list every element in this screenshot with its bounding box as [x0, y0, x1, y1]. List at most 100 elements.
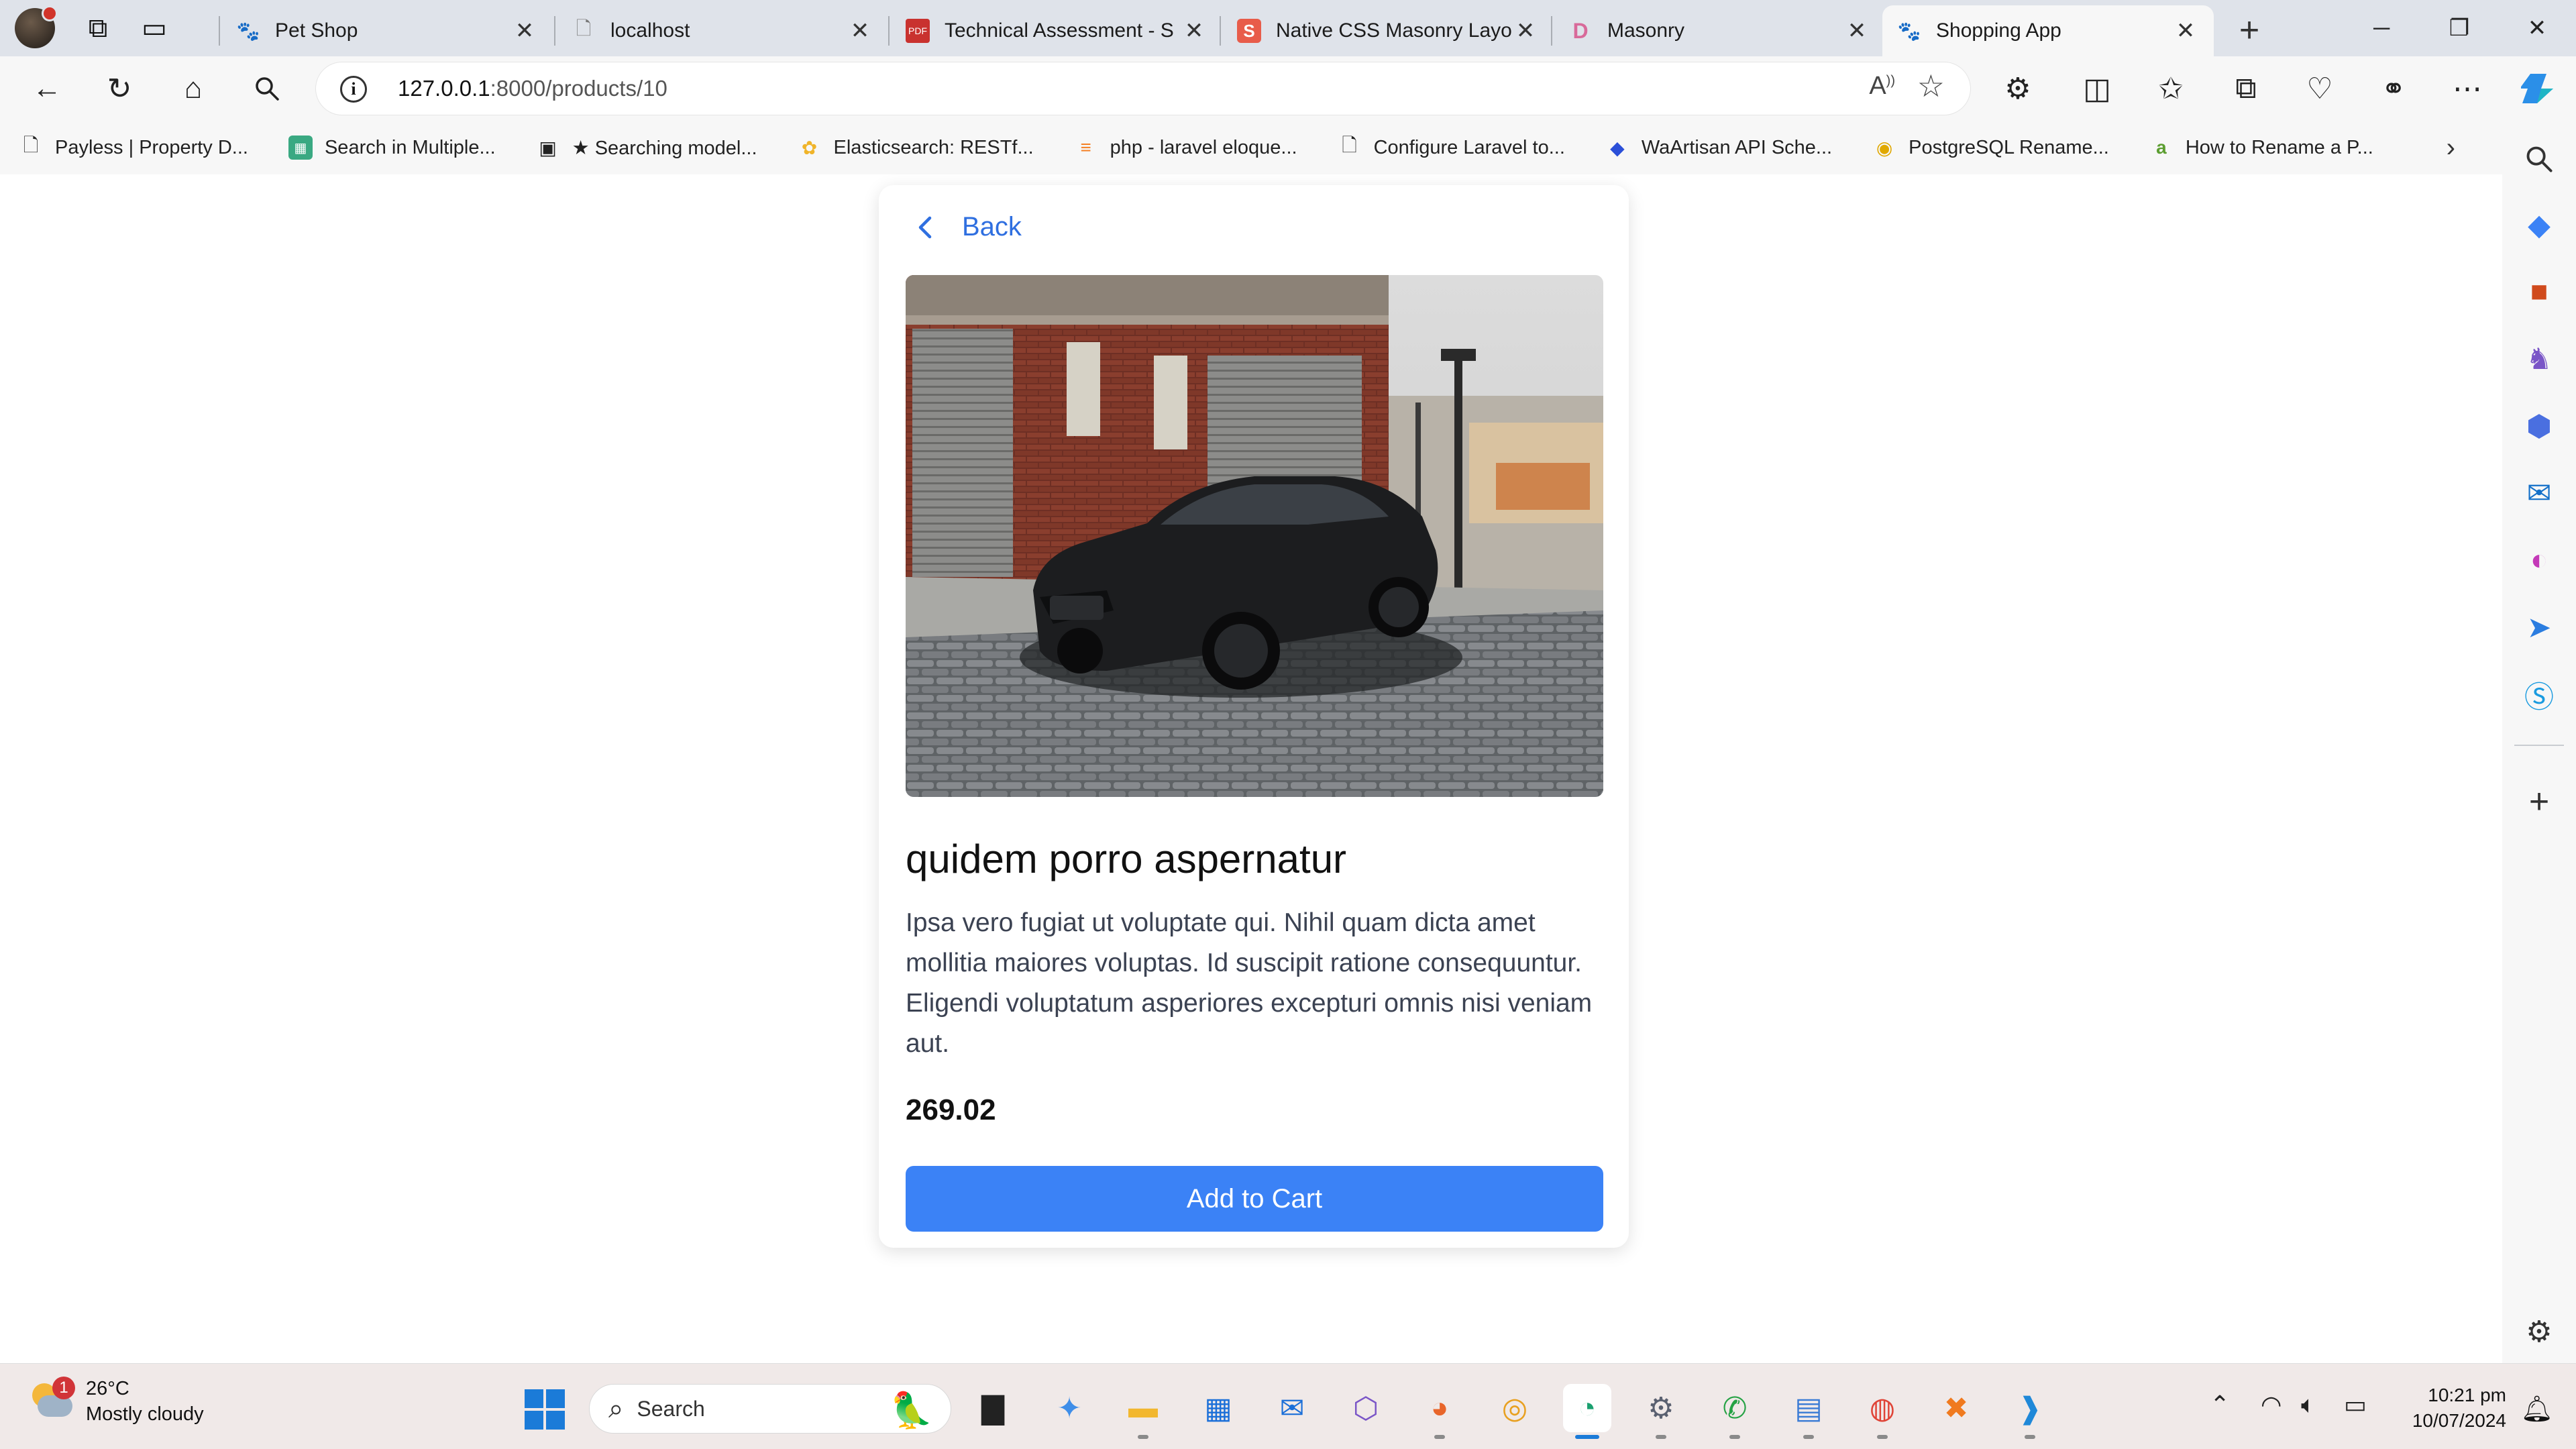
notepad-icon[interactable]: ▤	[1784, 1384, 1833, 1439]
notification-bell-icon[interactable]: 🔔︎	[2521, 1395, 2553, 1424]
wifi-icon[interactable]: ◠	[2261, 1391, 2282, 1419]
site-info-icon[interactable]: i	[340, 76, 367, 103]
close-icon[interactable]: ✕	[847, 17, 873, 44]
mail-icon[interactable]: ✉	[1268, 1384, 1316, 1432]
read-aloud-icon[interactable]: A))	[1869, 72, 1895, 101]
page-icon: 🗋	[1342, 135, 1357, 156]
taskbar-search-box[interactable]: ⌕ Search 🦜	[589, 1384, 951, 1434]
product-description: Ipsa vero fugiat ut voluptate qui. Nihil…	[906, 908, 1593, 1058]
edge-browser-icon[interactable]: ◔	[1563, 1384, 1611, 1439]
bookmark-item[interactable]: ✿ Elasticsearch: RESTf...	[798, 136, 1034, 160]
edge-sidebar: ◆ ■ ♞ ⬢ ✉ ◐ ➤ Ⓢ + ⚙	[2502, 121, 2576, 1363]
favorites-icon[interactable]: ✩	[2145, 63, 2196, 114]
chrome-icon[interactable]: ◍	[1858, 1384, 1907, 1439]
split-screen-icon[interactable]: ◫	[2072, 63, 2123, 114]
skype-icon[interactable]: Ⓢ	[2521, 676, 2557, 714]
firefox-icon[interactable]: ◕	[1415, 1384, 1464, 1439]
tab-css-masonry[interactable]: S Native CSS Masonry Layo ✕	[1222, 5, 1554, 56]
collections-icon[interactable]: ⧉	[2220, 63, 2271, 114]
restore-button[interactable]: ❐	[2422, 0, 2497, 56]
copilot-icon[interactable]	[2514, 63, 2565, 114]
bookmark-item[interactable]: ◉ PostgreSQL Rename...	[1872, 136, 2109, 160]
refresh-icon[interactable]: ↻	[94, 63, 145, 114]
task-view-icon[interactable]: ▇	[969, 1384, 1017, 1432]
windows-start-icon[interactable]	[525, 1389, 565, 1430]
designer-icon[interactable]: ◐	[2521, 542, 2557, 578]
tab-separator	[219, 16, 220, 46]
bookmark-item[interactable]: ≡ php - laravel eloque...	[1074, 136, 1297, 160]
outlook-icon[interactable]: ✉	[2521, 475, 2557, 511]
file-explorer-icon[interactable]: ▬	[1119, 1384, 1167, 1439]
back-link[interactable]: Back	[912, 212, 1022, 242]
weather-widget[interactable]: 1 26°C Mostly cloudy	[28, 1376, 204, 1427]
tab-masonry[interactable]: D Masonry ✕	[1554, 5, 1885, 56]
xampp-icon[interactable]: ✖	[1932, 1384, 1980, 1432]
favorite-star-icon[interactable]: ☆	[1917, 68, 1945, 104]
chevron-up-icon[interactable]: ⌃	[2210, 1391, 2230, 1419]
volume-icon[interactable]: 🔈︎	[2301, 1391, 2316, 1419]
green-grid-icon: ▦	[288, 136, 313, 160]
bookmark-item[interactable]: 🗋 Payless | Property D...	[19, 135, 248, 160]
whatsapp-icon[interactable]: ✆	[1711, 1384, 1759, 1439]
tab-pet-shop[interactable]: 🐾 Pet Shop ✕	[221, 5, 553, 56]
search-icon[interactable]	[241, 63, 292, 114]
new-tab-button[interactable]: +	[2226, 7, 2273, 54]
tab-localhost[interactable]: 🗋 localhost ✕	[557, 5, 888, 56]
tab-strip: ⧉ ▭ 🐾 Pet Shop ✕ 🗋 localhost ✕ PDF Techn…	[0, 0, 2576, 56]
workspaces-icon[interactable]: ⧉	[70, 0, 126, 56]
browser-essentials-icon[interactable]: ♡	[2294, 63, 2345, 114]
tab-title: Native CSS Masonry Layo	[1276, 19, 1512, 42]
bookmark-label: ★ Searching model...	[572, 137, 757, 159]
bookmark-item[interactable]: ◆ WaArtisan API Sche...	[1605, 136, 1832, 160]
tab-shopping-app[interactable]: 🐾 Shopping App ✕	[1882, 5, 2214, 56]
send-icon[interactable]: ➤	[2521, 609, 2557, 645]
vscode-icon[interactable]: ❱	[2006, 1384, 2054, 1439]
sidebar-divider	[2514, 745, 2564, 746]
tab-separator	[554, 16, 555, 46]
shopping-tag-icon[interactable]: ◆	[2521, 207, 2557, 243]
system-clock[interactable]: 10:21 pm 10/07/2024	[2412, 1383, 2506, 1434]
bookmark-item[interactable]: ▦ Search in Multiple...	[288, 136, 496, 160]
close-icon[interactable]: ✕	[511, 17, 538, 44]
close-icon[interactable]: ✕	[2172, 17, 2199, 44]
bookmark-item[interactable]: 🗋 Configure Laravel to...	[1338, 135, 1565, 160]
settings-gear-icon[interactable]: ⚙	[1637, 1384, 1685, 1439]
chrome-canary-icon[interactable]: ◎	[1491, 1384, 1539, 1432]
chevron-right-icon[interactable]: ›	[2447, 133, 2455, 163]
tools-briefcase-icon[interactable]: ■	[2521, 274, 2557, 310]
tab-actions-icon[interactable]: ▭	[126, 0, 182, 56]
sidebar-search-icon[interactable]	[2521, 141, 2557, 177]
url-path: :8000/products/10	[490, 76, 667, 101]
tab-separator	[1220, 16, 1221, 46]
bookmark-label: Payless | Property D...	[55, 136, 248, 158]
workspaces-share-icon[interactable]: ⚭	[2368, 63, 2419, 114]
close-icon[interactable]: ✕	[1512, 17, 1539, 44]
close-icon[interactable]: ✕	[1181, 17, 1208, 44]
add-sidebar-app-icon[interactable]: +	[2521, 782, 2557, 821]
m365-copilot-icon[interactable]: ⬡	[1342, 1384, 1390, 1432]
close-icon[interactable]: ✕	[1843, 17, 1870, 44]
profile-avatar[interactable]	[0, 0, 70, 56]
home-icon[interactable]: ⌂	[168, 63, 219, 114]
battery-icon[interactable]: ▭	[2344, 1391, 2367, 1419]
add-to-cart-button[interactable]: Add to Cart	[906, 1166, 1603, 1232]
bookmark-item[interactable]: a How to Rename a P...	[2149, 136, 2373, 160]
sidebar-settings-gear-icon[interactable]: ⚙	[2521, 1313, 2557, 1350]
tab-technical-assessment[interactable]: PDF Technical Assessment - S ✕	[891, 5, 1222, 56]
back-arrow-icon[interactable]: ←	[21, 63, 72, 114]
extensions-icon[interactable]: ⚙	[1992, 63, 2043, 114]
more-options-icon[interactable]: ⋯	[2442, 63, 2493, 114]
search-placeholder: Search	[637, 1396, 705, 1421]
copilot-taskbar-icon[interactable]: ✦	[1045, 1384, 1093, 1432]
microsoft-store-icon[interactable]: ▦	[1194, 1384, 1242, 1432]
minimize-button[interactable]: ─	[2344, 0, 2419, 56]
bookmark-item[interactable]: ▣ ★ Searching model...	[536, 136, 757, 160]
page-icon: 🗋	[576, 18, 592, 39]
car-photo	[906, 275, 1603, 797]
address-bar[interactable]: i 127.0.0.1:8000/products/10 A)) ☆	[315, 62, 1971, 115]
url-text[interactable]: 127.0.0.1:8000/products/10	[398, 76, 667, 101]
window-close-button[interactable]: ✕	[2500, 0, 2575, 56]
games-icon[interactable]: ♞	[2521, 341, 2557, 377]
microsoft-365-icon[interactable]: ⬢	[2521, 408, 2557, 444]
chrome-style-icon: ◉	[1876, 137, 1893, 158]
